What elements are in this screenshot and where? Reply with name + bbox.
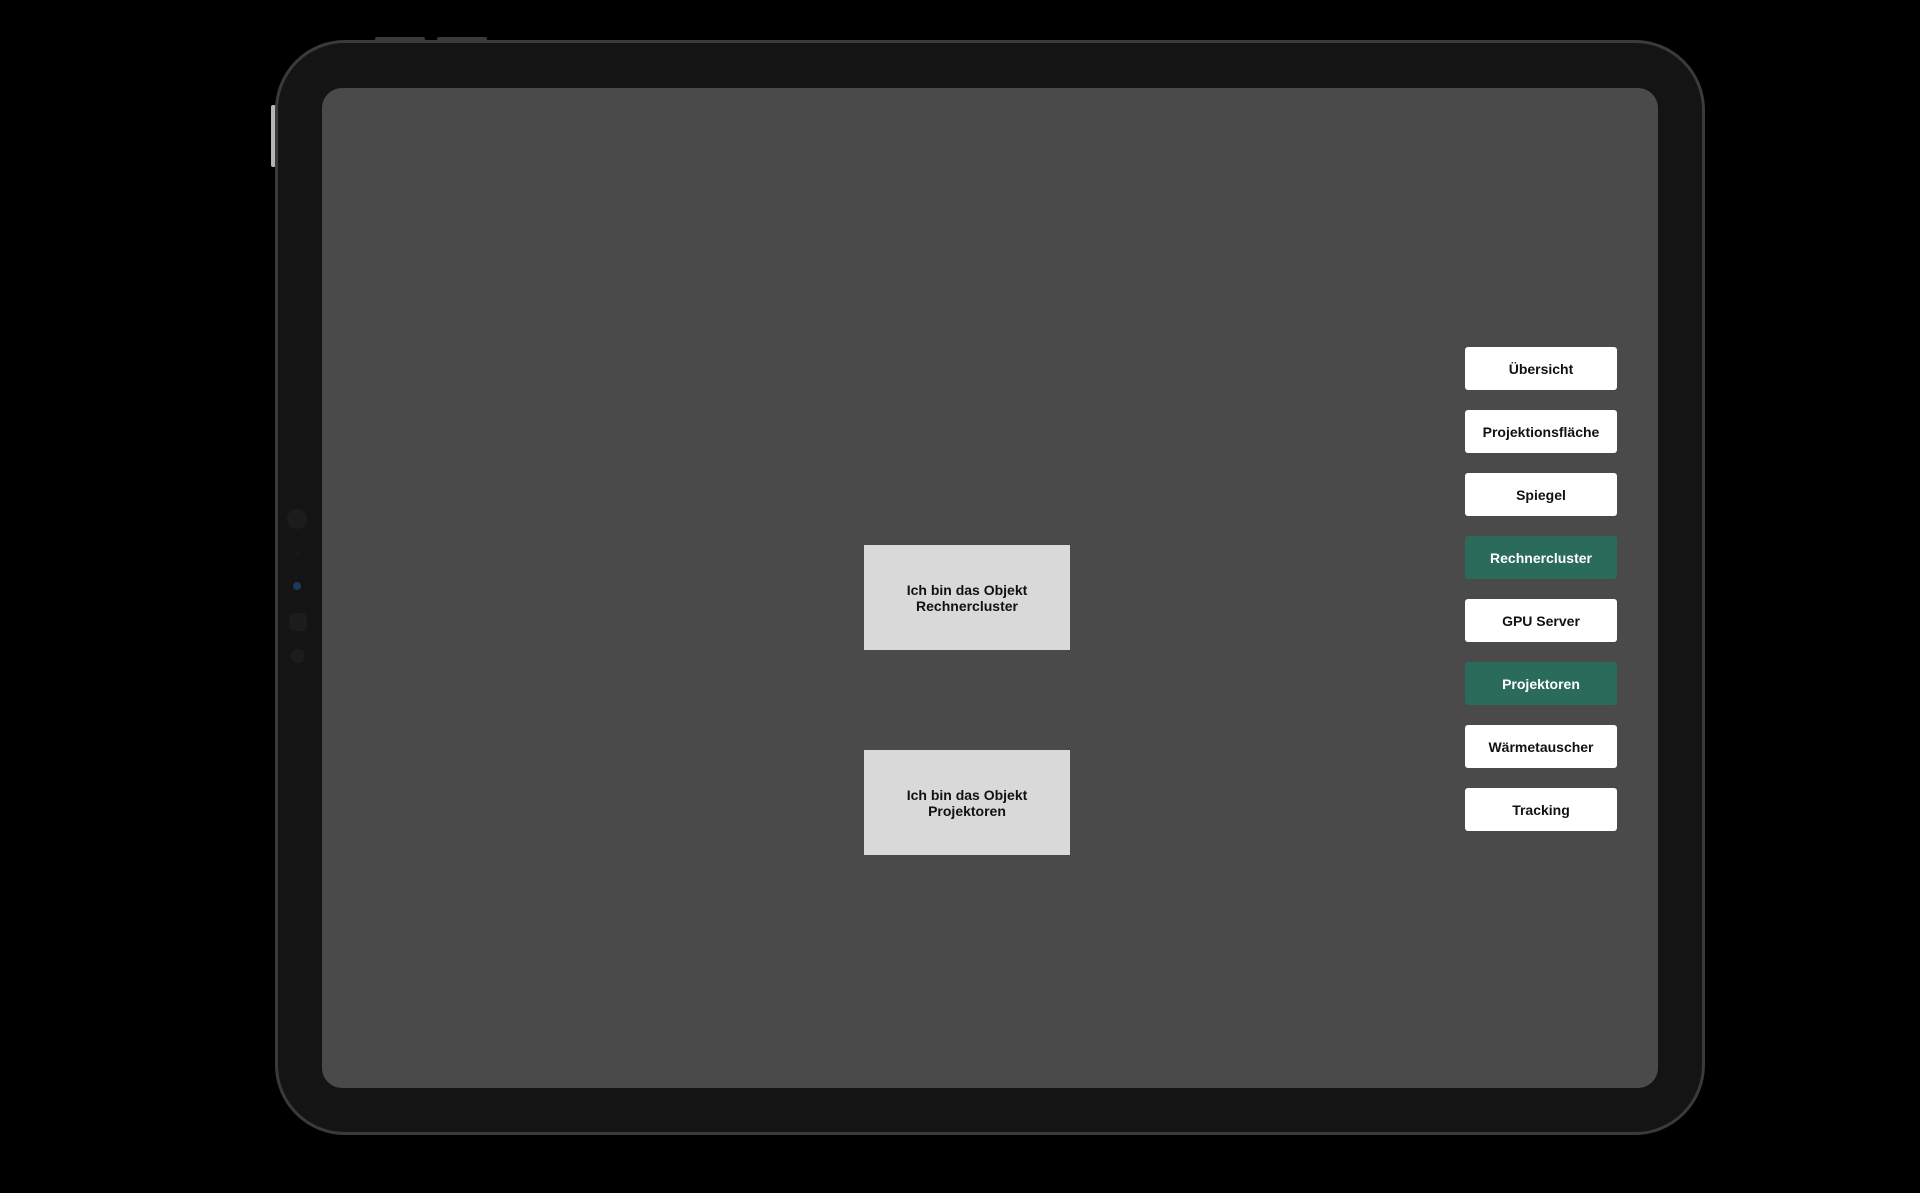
object-rechnercluster-line1: Ich bin das Objekt <box>906 581 1028 598</box>
object-rechnercluster[interactable]: Ich bin das Objekt Rechnercluster <box>864 545 1070 650</box>
nav-button-projektoren[interactable]: Projektoren <box>1465 662 1617 705</box>
object-projektoren-line1: Ich bin das Objekt <box>906 786 1028 803</box>
object-projektoren[interactable]: Ich bin das Objekt Projektoren <box>864 750 1070 855</box>
camera-lens-icon <box>287 509 307 529</box>
stage: Ich bin das Objekt Rechnercluster Ich bi… <box>0 0 1920 1193</box>
nav-button-gpu-server[interactable]: GPU Server <box>1465 599 1617 642</box>
microphone-icon <box>291 649 305 663</box>
nav-button-tracking[interactable]: Tracking <box>1465 788 1617 831</box>
nav-menu: Übersicht Projektionsfläche Spiegel Rech… <box>1465 347 1619 851</box>
nav-button-rechnercluster[interactable]: Rechnercluster <box>1465 536 1617 579</box>
nav-button-projektionsflaeche[interactable]: Projektionsfläche <box>1465 410 1617 453</box>
nav-button-waermetauscher[interactable]: Wärmetauscher <box>1465 725 1617 768</box>
flash-icon <box>289 613 307 631</box>
sensor-dot-icon <box>296 552 299 555</box>
nav-button-spiegel[interactable]: Spiegel <box>1465 473 1617 516</box>
screen: Ich bin das Objekt Rechnercluster Ich bi… <box>322 88 1658 1088</box>
camera-sensor-icon <box>293 582 301 590</box>
object-projektoren-line2: Projektoren <box>928 802 1006 819</box>
nav-button-uebersicht[interactable]: Übersicht <box>1465 347 1617 390</box>
object-rechnercluster-line2: Rechnercluster <box>916 597 1018 614</box>
